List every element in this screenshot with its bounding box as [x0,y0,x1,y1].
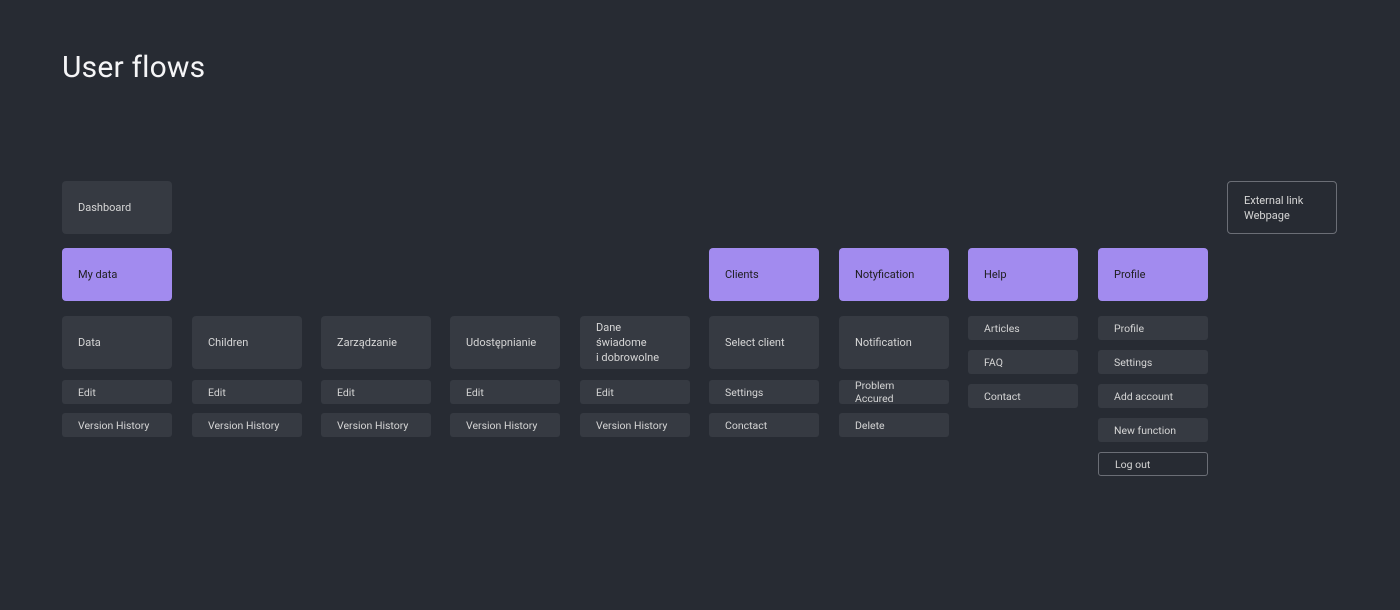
page-title: User flows [62,50,205,85]
node-dashboard[interactable]: Dashboard [62,181,172,234]
node-select-client[interactable]: Select client [709,316,819,369]
node-help-faq[interactable]: FAQ [968,350,1078,374]
node-notification-item[interactable]: Notification [839,316,949,369]
node-dane-edit[interactable]: Edit [580,380,690,404]
node-udostepnianie[interactable]: Udostępnianie [450,316,560,369]
node-data-edit[interactable]: Edit [62,380,172,404]
node-profile-add-account[interactable]: Add account [1098,384,1208,408]
section-my-data[interactable]: My data [62,248,172,301]
node-children[interactable]: Children [192,316,302,369]
node-profile-new-function[interactable]: New function [1098,418,1208,442]
node-udostepnianie-edit[interactable]: Edit [450,380,560,404]
node-profile-log-out[interactable]: Log out [1098,452,1208,476]
node-help-articles[interactable]: Articles [968,316,1078,340]
external-link-card[interactable]: External link Webpage [1227,181,1337,234]
node-zarzadzanie-edit[interactable]: Edit [321,380,431,404]
node-notification-delete[interactable]: Delete [839,413,949,437]
node-dane-version[interactable]: Version History [580,413,690,437]
node-udostepnianie-version[interactable]: Version History [450,413,560,437]
node-data[interactable]: Data [62,316,172,369]
external-link-line2: Webpage [1244,209,1303,224]
node-clients-settings[interactable]: Settings [709,380,819,404]
node-data-version[interactable]: Version History [62,413,172,437]
section-help[interactable]: Help [968,248,1078,301]
node-profile-settings[interactable]: Settings [1098,350,1208,374]
node-help-contact[interactable]: Contact [968,384,1078,408]
node-dane-swiadome-line2: i dobrowolne [596,351,674,366]
node-children-version[interactable]: Version History [192,413,302,437]
node-zarzadzanie-version[interactable]: Version History [321,413,431,437]
node-dane-swiadome-line1: Dane świadome [596,321,674,351]
section-profile[interactable]: Profile [1098,248,1208,301]
node-zarzadzanie[interactable]: Zarządzanie [321,316,431,369]
section-notification[interactable]: Notyfication [839,248,949,301]
node-children-edit[interactable]: Edit [192,380,302,404]
node-profile-profile[interactable]: Profile [1098,316,1208,340]
node-dane-swiadome[interactable]: Dane świadome i dobrowolne [580,316,690,369]
node-clients-contact[interactable]: Conctact [709,413,819,437]
section-clients[interactable]: Clients [709,248,819,301]
node-problem-accured[interactable]: Problem Accured [839,380,949,404]
external-link-line1: External link [1244,194,1303,209]
